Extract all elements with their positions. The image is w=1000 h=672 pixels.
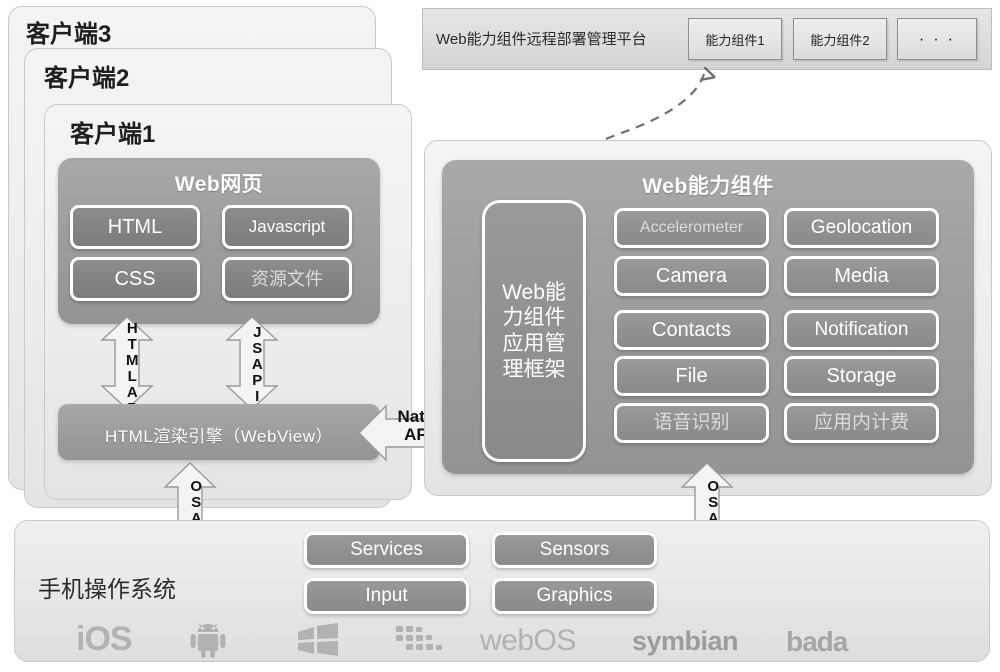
webpage-title: Web网页: [174, 173, 264, 196]
os-logo-strip: iOS webOS symbian bada: [14, 618, 990, 662]
webpage-item-resource-file-label: 资源文件: [251, 268, 323, 289]
capability-module-voice-recognition[interactable]: 语音识别: [614, 403, 769, 443]
capability-module-file-label: File: [675, 364, 708, 387]
webpage-item-html[interactable]: HTML: [70, 205, 200, 249]
capability-framework-line-2: 力组件: [502, 306, 566, 330]
capability-framework-box[interactable]: Web能 力组件 应用管 理框架: [482, 200, 586, 462]
capability-module-contacts-label: Contacts: [652, 318, 731, 341]
android-logo: [186, 622, 230, 658]
capability-component-more-label: · · ·: [918, 29, 956, 48]
os-module-input[interactable]: Input: [304, 578, 469, 614]
capability-module-in-app-billing-label: 应用内计费: [813, 412, 909, 434]
os-module-services-label: Services: [350, 539, 423, 561]
capability-component-button-more[interactable]: · · ·: [897, 18, 977, 60]
windows-logo: [294, 623, 346, 657]
bada-logo: bada: [786, 626, 848, 657]
webos-logo: webOS: [480, 624, 576, 657]
webpage-item-css[interactable]: CSS: [70, 257, 200, 301]
symbian-logo: symbian: [632, 626, 739, 656]
webview-label: HTML渲染引擎（WebView）: [105, 427, 333, 446]
webpage-item-javascript[interactable]: Javascript: [222, 205, 352, 249]
capability-module-storage-label: Storage: [826, 364, 897, 387]
capability-framework-line-4: 理框架: [502, 357, 566, 381]
os-apis-right-line1: OS: [704, 478, 722, 510]
blackberry-logo: [392, 624, 448, 656]
os-module-graphics-label: Graphics: [536, 585, 613, 607]
capability-component-button-2[interactable]: 能力组件2: [793, 18, 887, 60]
ios-logo: iOS: [76, 620, 133, 658]
client-panel-2-title: 客户端2: [44, 65, 130, 92]
webpage-item-css-label: CSS: [114, 267, 156, 290]
capability-module-in-app-billing[interactable]: 应用内计费: [784, 403, 939, 443]
client-panel-1-title: 客户端1: [70, 121, 156, 148]
capability-module-geolocation-label: Geolocation: [810, 217, 913, 239]
capability-framework-line-3: 应用管: [502, 332, 566, 355]
platform-label: Web能力组件远程部署管理平台: [436, 31, 647, 48]
webpage-item-resource-file[interactable]: 资源文件: [222, 257, 352, 301]
webpage-item-javascript-label: Javascript: [248, 217, 326, 237]
capability-module-notification-label: Notification: [814, 319, 909, 341]
diagram-canvas: Web能力组件远程部署管理平台 能力组件1 能力组件2 · · · 客户端3 客…: [0, 0, 1000, 672]
os-module-graphics[interactable]: Graphics: [492, 578, 657, 614]
html-apis-label-line1: HTML: [123, 320, 141, 384]
capability-component-button-1-label: 能力组件1: [705, 32, 765, 48]
os-apis-left-line1: OS: [187, 478, 205, 510]
capability-title: Web能力组件: [642, 175, 774, 198]
capability-module-camera[interactable]: Camera: [614, 256, 769, 296]
capability-module-media[interactable]: Media: [784, 256, 939, 296]
capability-module-voice-recognition-label: 语音识别: [653, 412, 730, 434]
capability-module-geolocation[interactable]: Geolocation: [784, 208, 939, 248]
capability-module-storage[interactable]: Storage: [784, 356, 939, 396]
webpage-item-html-label: HTML: [107, 215, 163, 238]
capability-module-accelerometer[interactable]: Accelerometer: [614, 208, 769, 248]
client-panel-3-title: 客户端3: [26, 21, 112, 48]
capability-framework-line-1: Web能: [502, 280, 566, 304]
os-module-sensors-label: Sensors: [539, 539, 610, 561]
capability-module-file[interactable]: File: [614, 356, 769, 396]
capability-module-notification[interactable]: Notification: [784, 310, 939, 350]
capability-component-button-2-label: 能力组件2: [810, 32, 870, 48]
os-module-sensors[interactable]: Sensors: [492, 532, 657, 568]
capability-module-camera-label: Camera: [655, 264, 728, 287]
mobile-os-title: 手机操作系统: [38, 576, 176, 602]
os-module-input-label: Input: [365, 585, 408, 607]
os-module-services[interactable]: Services: [304, 532, 469, 568]
capability-component-button-1[interactable]: 能力组件1: [688, 18, 782, 60]
js-apis-label-line1: JS: [248, 324, 266, 356]
capability-module-media-label: Media: [834, 264, 889, 287]
capability-module-accelerometer-label: Accelerometer: [639, 218, 744, 236]
capability-module-contacts[interactable]: Contacts: [614, 310, 769, 350]
